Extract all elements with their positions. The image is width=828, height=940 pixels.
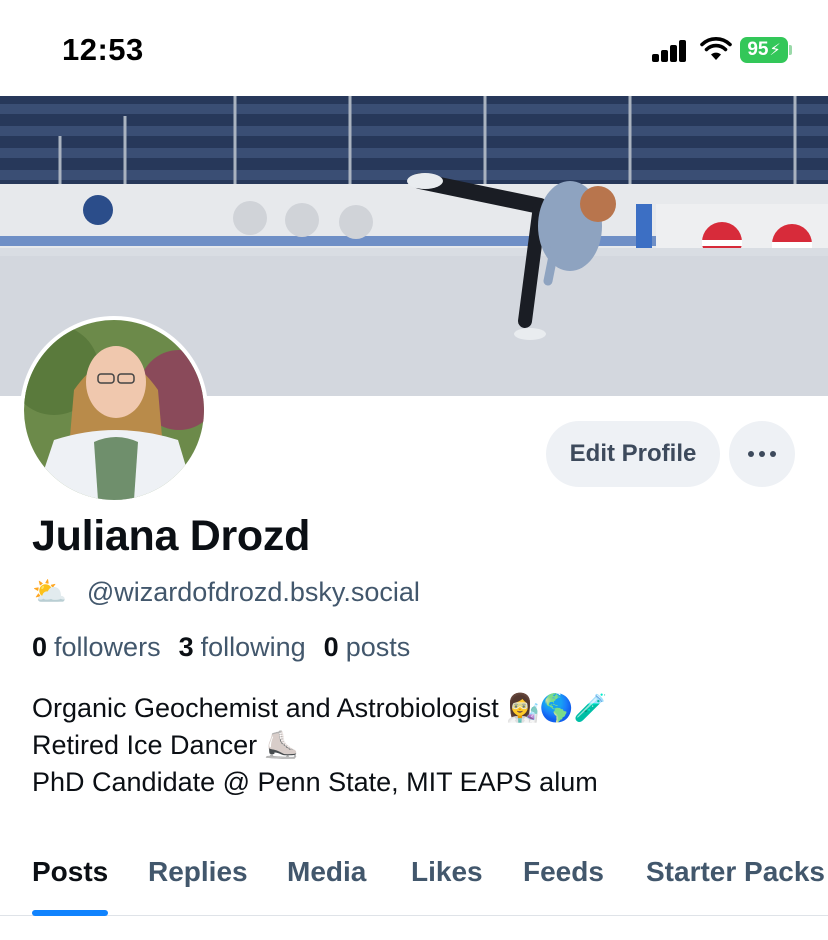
cellular-signal-icon	[652, 40, 688, 62]
more-options-button[interactable]	[729, 421, 795, 487]
handle: @wizardofdrozd.bsky.social	[86, 576, 420, 607]
avatar[interactable]	[20, 316, 208, 504]
bio-line: Organic Geochemist and Astrobiologist 👩‍…	[32, 693, 608, 723]
handle-row: ⛅ @wizardofdrozd.bsky.social	[32, 574, 420, 610]
display-name: Juliana Drozd	[32, 512, 311, 560]
following-link[interactable]: following	[201, 632, 306, 663]
sun-icon: ⛅	[32, 576, 67, 607]
tab-starter-packs[interactable]: Starter Packs	[646, 856, 825, 888]
ellipsis-icon	[770, 451, 776, 457]
tab-replies[interactable]: Replies	[148, 856, 248, 888]
tab-feeds[interactable]: Feeds	[523, 856, 604, 888]
ellipsis-icon	[759, 451, 765, 457]
bio-line: Retired Ice Dancer ⛸️	[32, 730, 299, 760]
status-time: 12:53	[62, 32, 144, 67]
profile-tabs: Posts Replies Media Likes Feeds Starter …	[0, 850, 828, 916]
battery-tip	[789, 45, 792, 55]
tab-media[interactable]: Media	[287, 856, 366, 888]
battery-charging-icon: 95 ⚡	[740, 37, 788, 63]
profile-bio: Organic Geochemist and Astrobiologist 👩‍…	[32, 690, 607, 801]
posts-count: 0	[323, 632, 339, 662]
posts-label: posts	[345, 632, 411, 662]
edit-profile-button[interactable]: Edit Profile	[546, 421, 720, 487]
wifi-icon	[700, 37, 732, 60]
battery-level: 95	[747, 39, 769, 60]
avatar-image	[24, 320, 204, 500]
profile-stats: 0 followers 3 following 0 posts	[32, 632, 428, 663]
followers-count[interactable]: 0	[32, 632, 47, 663]
status-bar: 12:53 95 ⚡	[0, 0, 828, 96]
tab-posts[interactable]: Posts	[32, 856, 108, 888]
followers-link[interactable]: followers	[54, 632, 161, 663]
ellipsis-icon	[748, 451, 754, 457]
tab-likes[interactable]: Likes	[411, 856, 483, 888]
following-count[interactable]: 3	[179, 632, 194, 663]
active-tab-indicator	[32, 910, 108, 916]
bio-line: PhD Candidate @ Penn State, MIT EAPS alu…	[32, 767, 598, 797]
